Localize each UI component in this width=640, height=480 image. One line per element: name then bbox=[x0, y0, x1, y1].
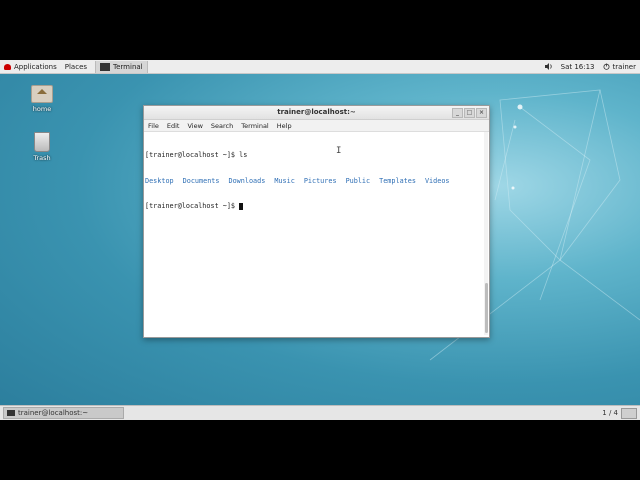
home-label: home bbox=[32, 105, 52, 113]
menu-terminal[interactable]: Terminal bbox=[241, 122, 268, 130]
terminal-window[interactable]: trainer@localhost:~ _ □ × File Edit View… bbox=[143, 105, 490, 338]
places-label: Places bbox=[64, 62, 88, 71]
dir-entry: Templates bbox=[379, 176, 416, 185]
dir-entry: Downloads bbox=[228, 176, 266, 185]
terminal-icon bbox=[7, 410, 15, 416]
workspace-indicator: 1 / 4 bbox=[602, 409, 618, 417]
terminal-line-prompt: [trainer@localhost ~]$ bbox=[145, 202, 488, 211]
window-title: trainer@localhost:~ bbox=[277, 108, 356, 116]
terminal-line-listing: Desktop Documents Downloads Music Pictures Pu… bbox=[145, 177, 488, 186]
maximize-button[interactable]: □ bbox=[464, 108, 475, 118]
power-icon bbox=[603, 63, 610, 70]
menu-view[interactable]: View bbox=[187, 122, 202, 130]
dir-entry: Music bbox=[274, 176, 295, 185]
user-menu[interactable]: trainer bbox=[599, 60, 640, 73]
volume-icon[interactable] bbox=[541, 60, 557, 73]
top-panel: Applications Places Terminal Sat 16:13 t… bbox=[0, 60, 640, 74]
terminal-output[interactable]: [trainer@localhost ~]$ ls Desktop Documen… bbox=[144, 132, 489, 230]
clock[interactable]: Sat 16:13 bbox=[557, 60, 599, 73]
menu-file[interactable]: File bbox=[148, 122, 159, 130]
desktop: Applications Places Terminal Sat 16:13 t… bbox=[0, 60, 640, 420]
scrollbar-thumb[interactable] bbox=[485, 283, 488, 333]
text-cursor bbox=[239, 202, 244, 210]
desktop-icon-trash[interactable]: Trash bbox=[22, 132, 62, 162]
dir-entry: Desktop bbox=[145, 176, 174, 185]
places-menu[interactable]: Places bbox=[61, 60, 91, 73]
terminal-launcher-label: Terminal bbox=[113, 62, 143, 71]
close-button[interactable]: × bbox=[476, 108, 487, 118]
menu-bar: File Edit View Search Terminal Help bbox=[144, 120, 489, 132]
window-titlebar[interactable]: trainer@localhost:~ _ □ × bbox=[144, 106, 489, 120]
terminal-launcher[interactable]: Terminal bbox=[95, 60, 148, 73]
terminal-icon bbox=[100, 62, 111, 71]
bottom-panel: trainer@localhost:~ 1 / 4 bbox=[0, 405, 640, 420]
scrollbar[interactable] bbox=[484, 132, 488, 335]
clock-label: Sat 16:13 bbox=[560, 62, 595, 71]
menu-search[interactable]: Search bbox=[211, 122, 233, 130]
taskbar-terminal-label: trainer@localhost:~ bbox=[18, 409, 89, 417]
menu-help[interactable]: Help bbox=[277, 122, 292, 130]
trash-label: Trash bbox=[33, 154, 51, 162]
user-label: trainer bbox=[612, 62, 636, 71]
dir-entry: Pictures bbox=[303, 176, 337, 185]
terminal-line-command: [trainer@localhost ~]$ ls bbox=[145, 151, 248, 159]
dir-entry: Documents bbox=[182, 176, 220, 185]
trash-icon bbox=[34, 132, 50, 152]
workspace-switcher[interactable] bbox=[621, 408, 637, 419]
menu-edit[interactable]: Edit bbox=[167, 122, 180, 130]
redhat-icon bbox=[4, 63, 11, 70]
dir-entry: Public bbox=[345, 176, 371, 185]
dir-entry: Videos bbox=[424, 176, 450, 185]
applications-label: Applications bbox=[14, 62, 57, 71]
taskbar-terminal[interactable]: trainer@localhost:~ bbox=[3, 407, 124, 419]
mouse-cursor-icon: I bbox=[336, 146, 342, 156]
prompt-text: [trainer@localhost ~]$ bbox=[145, 202, 240, 210]
desktop-icon-home[interactable]: home bbox=[22, 85, 62, 113]
home-folder-icon bbox=[31, 85, 53, 103]
applications-menu[interactable]: Applications bbox=[0, 60, 61, 73]
minimize-button[interactable]: _ bbox=[452, 108, 463, 118]
